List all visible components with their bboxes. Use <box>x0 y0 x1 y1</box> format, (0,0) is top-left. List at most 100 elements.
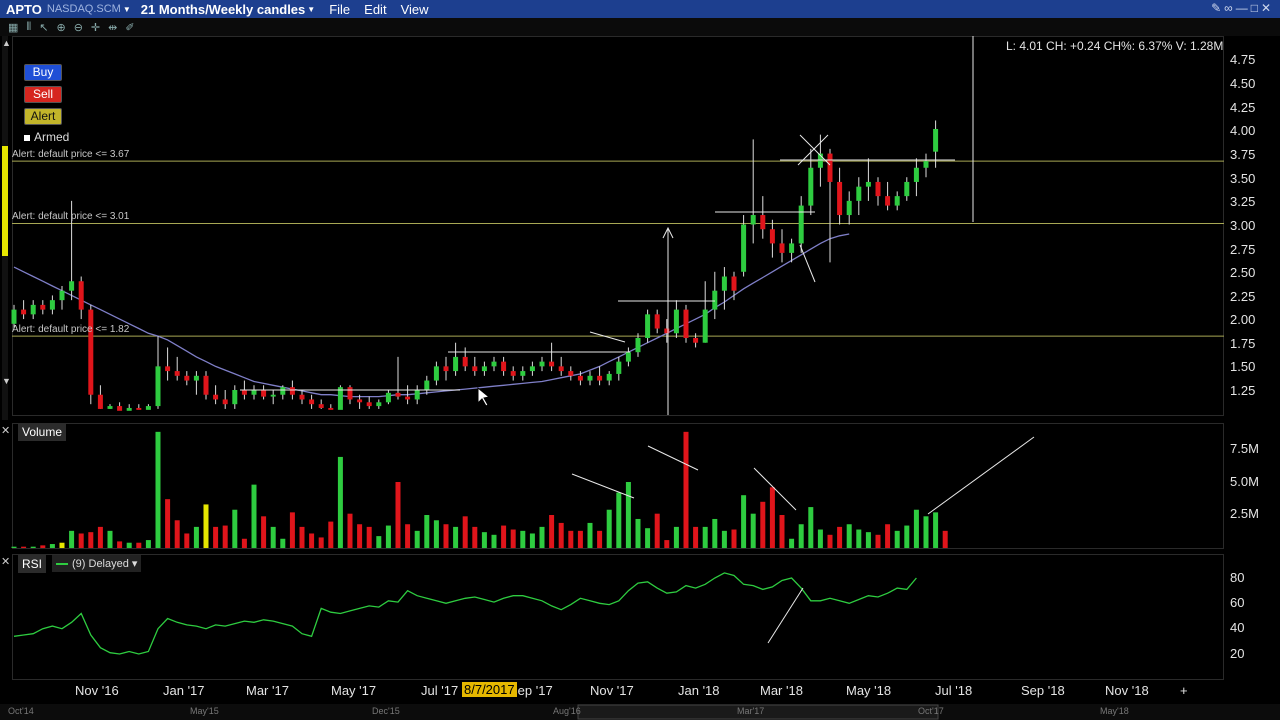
volume-pane-title[interactable]: Volume <box>18 423 67 441</box>
candle-body <box>731 276 737 291</box>
overview-tick: Mar'17 <box>737 706 765 716</box>
candle-body <box>145 406 151 410</box>
volume-bar <box>270 526 276 548</box>
volume-bar <box>577 530 583 548</box>
candle-body <box>261 390 267 397</box>
candle-body <box>904 181 910 197</box>
volume-bar <box>376 536 382 548</box>
price-tick: 2.25 <box>1230 289 1256 304</box>
volume-bar <box>693 526 699 548</box>
time-tick: Nov '18 <box>1105 683 1149 698</box>
price-tick: 1.50 <box>1230 359 1256 374</box>
candle-body <box>289 387 295 395</box>
candle-body <box>568 371 574 376</box>
rsi-legend[interactable]: (9) Delayed ▾ <box>52 555 142 572</box>
volume-bar <box>232 509 238 548</box>
time-tick: Jan '18 <box>678 683 720 698</box>
buy-button[interactable]: Buy <box>24 64 62 81</box>
volume-bar <box>491 534 497 548</box>
candle-body <box>165 366 171 372</box>
candle-body <box>702 309 708 343</box>
volume-bar <box>472 526 478 548</box>
candle-body <box>769 229 775 244</box>
volume-bar <box>568 530 574 548</box>
checkbox-icon <box>24 134 30 141</box>
alert-label-1[interactable]: Alert: default price <= 3.67 <box>12 149 129 160</box>
armed-label: Armed <box>34 130 70 144</box>
volume-bar <box>49 544 55 548</box>
candle-body <box>203 375 209 395</box>
candle-body <box>491 361 497 367</box>
volume-bar <box>539 526 545 548</box>
annotation-arrow <box>571 473 635 499</box>
volume-bar <box>721 530 727 548</box>
volume-bar <box>625 482 631 548</box>
volume-bar <box>289 512 295 548</box>
candle-body <box>520 371 526 376</box>
candle-body <box>481 366 487 372</box>
candle-body <box>40 304 46 310</box>
candle-body <box>587 375 593 381</box>
volume-bar <box>165 499 171 548</box>
volume-bar <box>11 546 17 548</box>
volume-bar <box>117 541 123 548</box>
volume-bar <box>30 546 36 548</box>
candle-body <box>270 394 276 397</box>
volume-bar <box>97 526 103 548</box>
dropdown-icon[interactable]: ▾ <box>132 558 138 570</box>
close-rsi-icon[interactable]: ✕ <box>1 555 10 568</box>
candle-body <box>117 406 123 411</box>
volume-bar <box>817 529 823 548</box>
price-tick: 2.50 <box>1230 265 1256 280</box>
volume-bar <box>529 533 535 548</box>
sell-button[interactable]: Sell <box>24 86 62 103</box>
volume-bar <box>462 516 468 548</box>
alert-label-3[interactable]: Alert: default price <= 1.82 <box>12 324 129 335</box>
volume-bar <box>78 533 84 548</box>
candle-body <box>193 375 199 381</box>
rsi-pane-title[interactable]: RSI <box>18 555 47 573</box>
volume-bar <box>299 526 305 548</box>
candle-body <box>453 356 459 372</box>
alert-button[interactable]: Alert <box>24 108 62 125</box>
candle-body <box>616 361 622 374</box>
rsi-tick: 20 <box>1230 646 1245 661</box>
volume-bar <box>741 495 747 548</box>
rsi-tick: 80 <box>1230 570 1245 585</box>
rsi-tick: 60 <box>1230 595 1245 610</box>
close-volume-icon[interactable]: ✕ <box>1 424 10 437</box>
volume-tick: 7.5M <box>1230 441 1259 456</box>
annotation-arrow <box>767 587 804 644</box>
candle-body <box>510 371 516 376</box>
time-tick: May '17 <box>331 683 377 698</box>
candle-body <box>318 404 324 408</box>
candle-body <box>251 390 257 395</box>
armed-checkbox[interactable]: Armed <box>24 130 69 144</box>
price-tick: 3.00 <box>1230 218 1256 233</box>
candle-body <box>798 205 804 244</box>
moving-average-line <box>13 233 850 398</box>
candle-body <box>894 196 900 206</box>
volume-bar <box>913 509 919 548</box>
volume-tick: 5.0M <box>1230 474 1259 489</box>
volume-bar <box>712 518 718 548</box>
mouse-cursor-icon <box>477 386 491 407</box>
candle-body <box>366 402 372 407</box>
candle-body <box>414 390 420 400</box>
candle-body <box>625 352 631 362</box>
candle-body <box>21 309 27 315</box>
scroll-right-icon[interactable]: + <box>1180 683 1188 698</box>
candle-body <box>808 167 814 206</box>
price-tick: 4.00 <box>1230 123 1256 138</box>
volume-bar <box>337 456 343 548</box>
alert-label-2[interactable]: Alert: default price <= 3.01 <box>12 211 129 222</box>
chart-canvas[interactable] <box>0 0 1280 720</box>
volume-bar <box>798 524 804 548</box>
candle-body <box>107 406 113 409</box>
volume-bar <box>280 538 286 548</box>
candle-body <box>222 399 228 405</box>
candle-body <box>174 371 180 376</box>
candle-body <box>299 394 305 400</box>
rsi-legend-swatch <box>56 563 68 566</box>
volume-bar <box>328 521 334 548</box>
